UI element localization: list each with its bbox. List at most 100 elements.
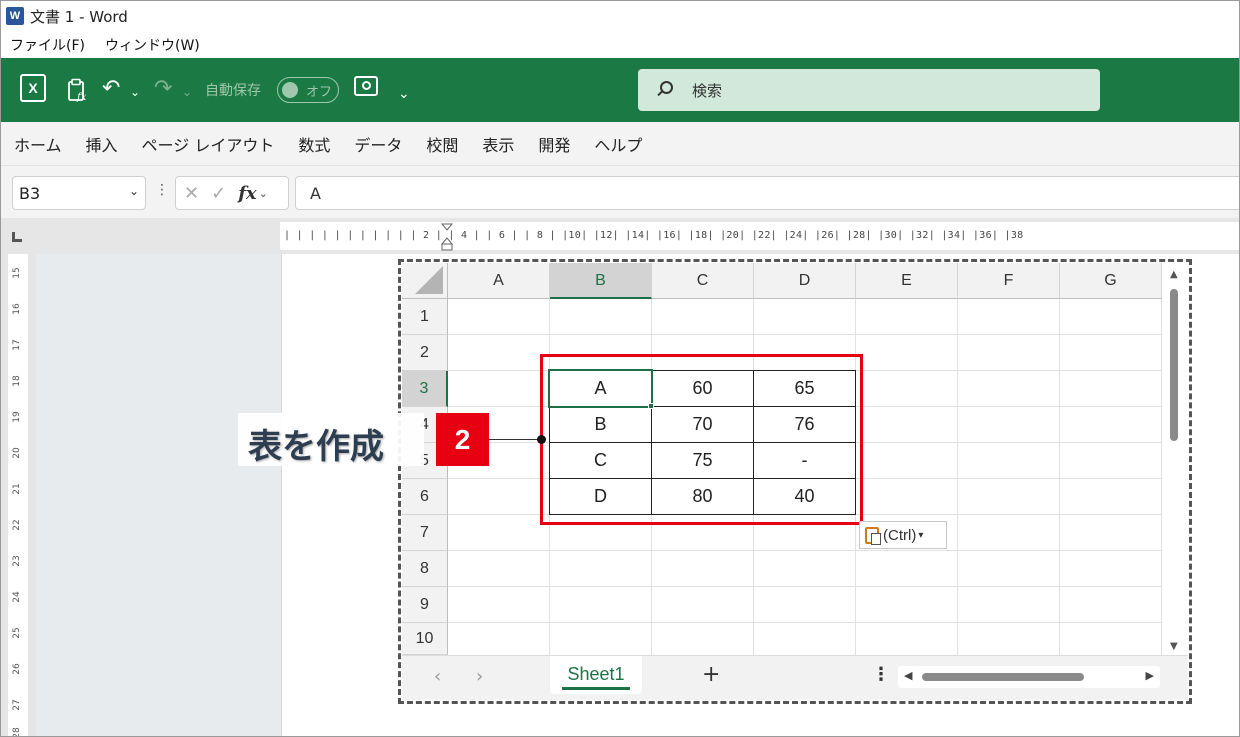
scroll-down-icon[interactable]: ▼ (1170, 641, 1178, 652)
column-header[interactable]: E (856, 263, 958, 299)
indent-marker-icon[interactable] (441, 222, 453, 252)
row-header[interactable]: 8 (402, 551, 448, 587)
title-bar: W 文書 1 - Word (0, 0, 1240, 32)
horizontal-scrollbar[interactable]: ◀ ▶ (898, 666, 1160, 688)
select-all-button[interactable] (402, 263, 448, 299)
annotation-connector (489, 439, 541, 440)
row-header[interactable]: 9 (402, 587, 448, 623)
chevron-down-icon[interactable]: ⌄ (129, 184, 139, 198)
name-box[interactable]: B3 ⌄ (12, 176, 146, 210)
scroll-right-icon[interactable]: ▶ (1146, 669, 1154, 682)
tab-data[interactable]: データ (354, 132, 402, 156)
ruler-row: | | | | | | | | | | | 2 | | 4 | | 6 | | … (0, 218, 1240, 254)
column-header[interactable]: A (448, 263, 550, 299)
menu-window[interactable]: ウィンドウ(W) (105, 35, 200, 55)
cancel-icon[interactable]: ✕ (184, 183, 199, 204)
clipboard-fx-icon[interactable]: fx (66, 74, 90, 106)
row-header[interactable]: 6 (402, 479, 448, 515)
vertical-ruler[interactable]: 15 16 17 18 19 20 21 22 23 24 25 26 27 2… (0, 254, 36, 737)
search-icon (656, 81, 674, 99)
paste-options-label: (Ctrl) (883, 526, 917, 544)
vruler-label: 22 (12, 519, 22, 531)
autosave-label: 自動保存 (205, 83, 261, 99)
vruler-label: 21 (12, 483, 22, 495)
ribbon-tabs: ホーム 挿入 ページ レイアウト 数式 データ 校閲 表示 開発 ヘルプ (0, 122, 1240, 166)
gridline (448, 334, 1162, 335)
tab-developer[interactable]: 開発 (538, 132, 570, 156)
undo-icon[interactable]: ↶ (102, 72, 120, 104)
tab-help[interactable]: ヘルプ (594, 132, 642, 156)
vruler-label: 24 (12, 591, 22, 603)
highlight-box (540, 354, 863, 525)
enter-icon[interactable]: ✓ (211, 183, 226, 204)
tab-formulas[interactable]: 数式 (298, 132, 330, 156)
tab-insert[interactable]: 挿入 (86, 132, 118, 156)
vruler-label: 15 (12, 267, 22, 279)
vruler-label: 25 (12, 627, 22, 639)
column-header[interactable]: C (652, 263, 754, 299)
row-header-selected[interactable]: 3 (402, 371, 448, 407)
vruler-label: 20 (12, 447, 22, 459)
toggle-knob (282, 82, 298, 98)
redo-chevron-down-icon[interactable]: ⌄ (182, 76, 192, 108)
previous-sheet-icon[interactable]: ‹ (434, 666, 441, 687)
horizontal-scroll-thumb[interactable] (922, 673, 1084, 681)
sheet-tab[interactable]: Sheet1 (550, 656, 642, 694)
gridline (448, 586, 1162, 587)
excel-icon[interactable]: X (20, 74, 46, 102)
row-header[interactable]: 1 (402, 299, 448, 335)
search-input[interactable]: 検索 (638, 69, 1100, 111)
tab-stop-icon[interactable] (12, 232, 22, 242)
row-header[interactable]: 7 (402, 515, 448, 551)
search-placeholder: 検索 (692, 81, 723, 100)
row-header[interactable]: 10 (402, 623, 448, 655)
paste-options-button[interactable]: (Ctrl) ▾ (859, 521, 947, 549)
fx-chevron-down-icon[interactable]: ⌄ (259, 187, 268, 200)
column-header[interactable]: G (1060, 263, 1162, 299)
clipboard-icon (865, 526, 881, 545)
vruler-label: 26 (12, 663, 22, 675)
more-options-icon[interactable]: ⋮ (155, 182, 169, 198)
vruler-label: 19 (12, 411, 22, 423)
tab-page-layout[interactable]: ページ レイアウト (142, 132, 275, 156)
gridline (448, 550, 1162, 551)
quick-access-toolbar: X fx ↶ ⌄ ↷ ⌄ 自動保存 オフ ⌄ 検索 (0, 58, 1240, 122)
gridline (1161, 299, 1162, 659)
scroll-up-icon[interactable]: ▲ (1170, 269, 1178, 280)
vruler-label: 23 (12, 555, 22, 567)
gridline (957, 299, 958, 659)
camera-lens (362, 81, 371, 90)
formula-input[interactable]: A (295, 176, 1240, 210)
tab-review[interactable]: 校閲 (426, 132, 458, 156)
name-box-value: B3 (19, 184, 41, 203)
column-header-selected[interactable]: B (550, 263, 652, 299)
annotation-dot (537, 435, 546, 444)
camera-icon[interactable] (354, 76, 378, 96)
ruler-scale: | | | | | | | | | | | 2 | | 4 | | 6 | | … (284, 230, 1024, 241)
scroll-left-icon[interactable]: ◀ (904, 669, 912, 682)
horizontal-ruler[interactable]: | | | | | | | | | | | 2 | | 4 | | 6 | | … (36, 222, 1240, 250)
autosave-state: オフ (306, 85, 333, 100)
vertical-scrollbar[interactable]: ▲ ▼ (1164, 263, 1188, 653)
menu-bar: ファイル(F) ウィンドウ(W) (0, 32, 1240, 58)
vruler-label: 28 (12, 727, 22, 737)
column-header[interactable]: F (958, 263, 1060, 299)
column-header[interactable]: D (754, 263, 856, 299)
sheet-tab-underline (562, 687, 630, 690)
autosave-toggle[interactable]: オフ (277, 77, 339, 103)
next-sheet-icon[interactable]: › (476, 666, 483, 687)
document-margin (36, 254, 281, 737)
sheet-options-icon[interactable]: ⋮ (872, 664, 890, 685)
customize-toolbar-chevron-icon[interactable]: ⌄ (398, 78, 410, 110)
add-sheet-button[interactable]: + (702, 662, 720, 687)
undo-chevron-down-icon[interactable]: ⌄ (130, 76, 140, 108)
step-badge: 2 (436, 413, 489, 466)
tab-view[interactable]: 表示 (482, 132, 514, 156)
insert-function-button[interactable]: fx (238, 183, 256, 204)
menu-file[interactable]: ファイル(F) (10, 35, 85, 55)
row-header[interactable]: 2 (402, 335, 448, 371)
redo-icon[interactable]: ↷ (154, 72, 172, 104)
window-title: 文書 1 - Word (30, 7, 128, 26)
tab-home[interactable]: ホーム (14, 132, 62, 156)
vertical-scroll-thumb[interactable] (1170, 289, 1178, 441)
